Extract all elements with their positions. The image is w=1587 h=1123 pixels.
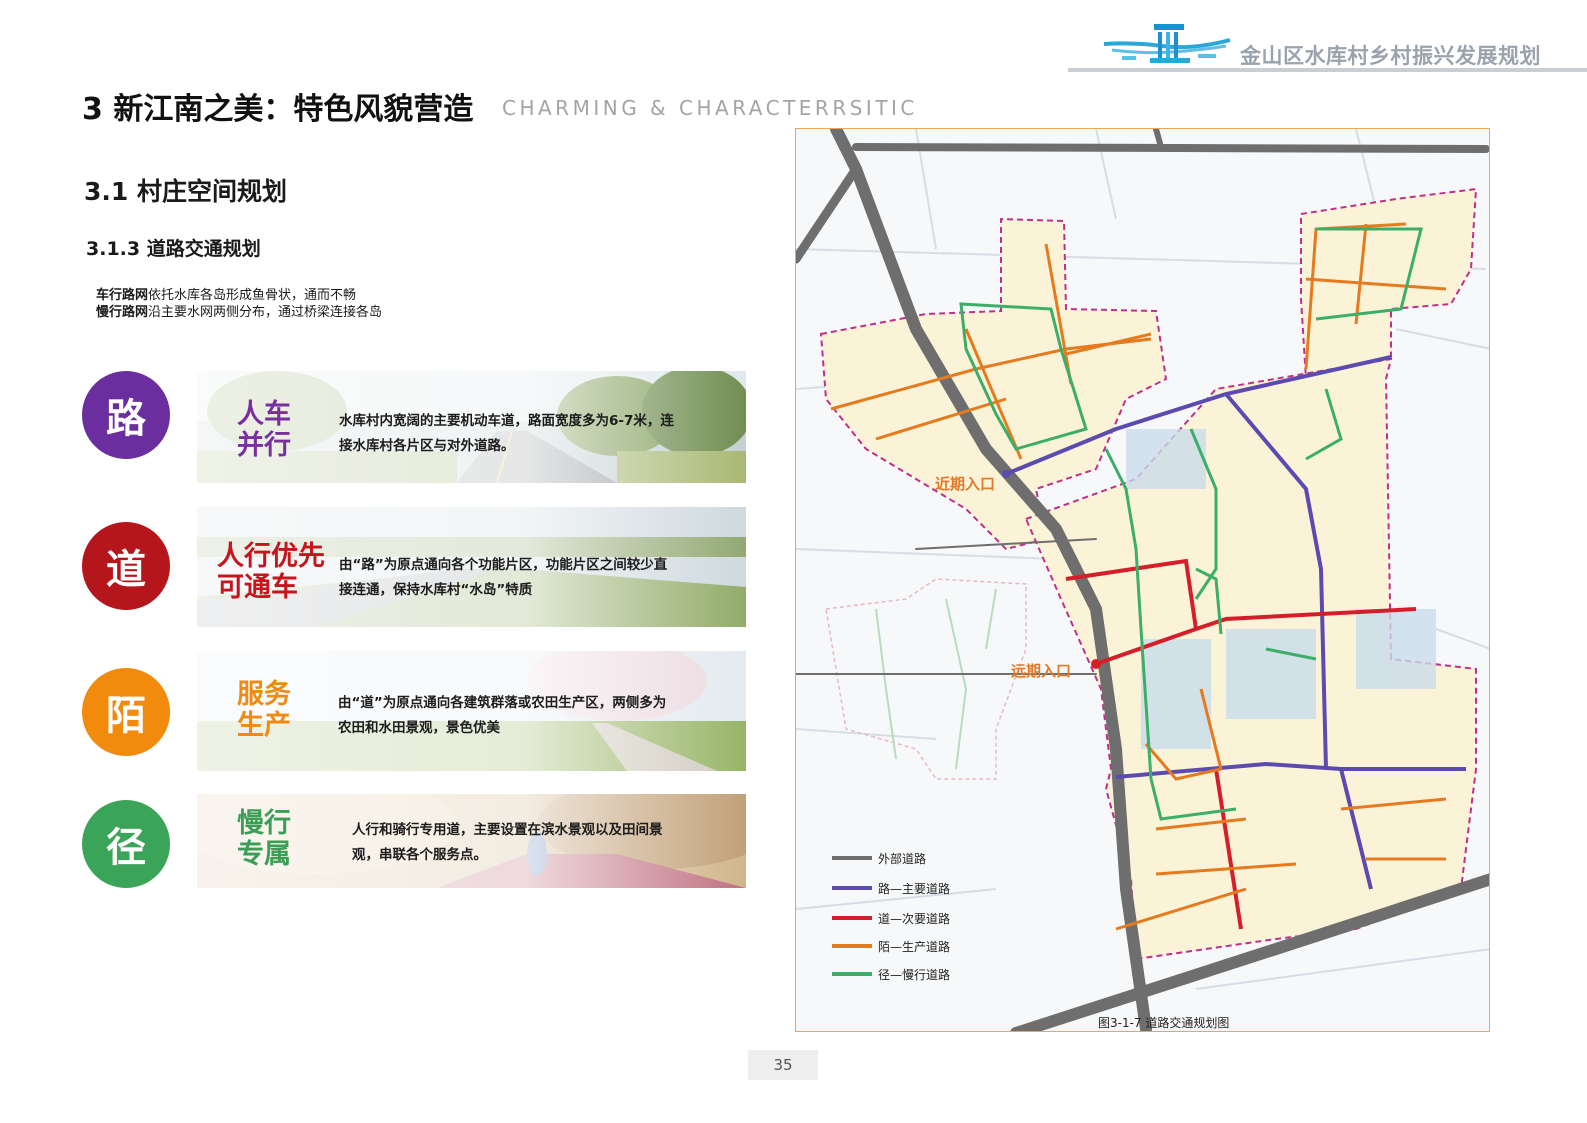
- intro-term: 车行路网: [96, 288, 149, 303]
- legend-item-main: 路—主要道路: [832, 878, 950, 898]
- legend-swatch: [832, 972, 872, 976]
- legend-label: 路—主要道路: [878, 881, 951, 896]
- legend-label: 陌—生产道路: [878, 939, 951, 954]
- logo: [1102, 20, 1232, 68]
- road-description: 水库村内宽阔的主要机动车道，路面宽度多为6-7米，连接水库村各片区与对外道路。: [339, 413, 674, 454]
- path-title: 人行优先 可通车: [217, 541, 325, 603]
- legend-item-secondary: 道—次要道路: [832, 908, 950, 928]
- legend-swatch: [832, 856, 872, 860]
- subsection-title: 3.1.3 道路交通规划: [86, 238, 261, 260]
- trail-description: 人行和骑行专用道，主要设置在滨水景观以及田间景观，串联各个服务点。: [352, 822, 663, 863]
- far-entrance-label: 远期入口: [1011, 662, 1072, 680]
- road-title: 人车 并行: [237, 399, 291, 461]
- section-title: 3.1 村庄空间规划: [84, 177, 287, 206]
- intro-desc: 依托水库各岛形成鱼骨状，通而不畅: [148, 288, 357, 303]
- lane-banner: 服务 生产 由“道”为原点通向各建筑群落或农田生产区，两侧多为农田和水田景观，景…: [197, 651, 746, 771]
- legend-item-external: 外部道路: [832, 848, 926, 868]
- legend-item-production: 陌—生产道路: [832, 936, 950, 956]
- intro-term: 慢行路网: [96, 305, 149, 320]
- legend-label: 径—慢行道路: [878, 967, 951, 982]
- trail-title: 慢行 专属: [237, 808, 291, 870]
- trail-circle: 径: [82, 800, 170, 888]
- path-banner: 人行优先 可通车 由“路”为原点通向各个功能片区，功能片区之间较少直接连通，保持…: [197, 507, 746, 627]
- lane-circle: 陌: [82, 668, 170, 756]
- page-subtitle: CHARMING & CHARACTERRSITIC: [502, 96, 918, 120]
- path-description: 由“路”为原点通向各个功能片区，功能片区之间较少直接连通，保持水库村“水岛”特质: [339, 557, 668, 598]
- road-banner: 人车 并行 水库村内宽阔的主要机动车道，路面宽度多为6-7米，连接水库村各片区与…: [197, 371, 746, 483]
- header-divider: [1068, 68, 1587, 72]
- path-circle: 道: [82, 522, 170, 610]
- page-number: 35: [748, 1050, 818, 1080]
- road-circle: 路: [82, 371, 170, 459]
- page-title: 3 新江南之美：特色风貌营造: [82, 92, 474, 127]
- lane-title: 服务 生产: [237, 679, 291, 741]
- lane-description: 由“道”为原点通向各建筑群落或农田生产区，两侧多为农田和水田景观，景色优美: [338, 695, 667, 736]
- project-title: 金山区水库村乡村振兴发展规划: [1240, 44, 1541, 68]
- map-caption: 图3-1-7 道路交通规划图: [1098, 1016, 1230, 1030]
- legend-item-slow: 径—慢行道路: [832, 964, 950, 984]
- legend-swatch: [832, 916, 872, 920]
- near-entrance-label: 近期入口: [935, 475, 996, 493]
- intro-line: 慢行路网沿主要水网两侧分布，通过桥梁连接各岛: [96, 304, 382, 321]
- trail-banner: 慢行 专属 人行和骑行专用道，主要设置在滨水景观以及田间景观，串联各个服务点。: [197, 794, 746, 888]
- legend-swatch: [832, 944, 872, 948]
- legend-label: 道—次要道路: [878, 911, 951, 926]
- intro-line: 车行路网依托水库各岛形成鱼骨状，通而不畅: [96, 287, 382, 304]
- intro-desc: 沿主要水网两侧分布，通过桥梁连接各岛: [148, 305, 383, 320]
- legend-swatch: [832, 886, 872, 890]
- legend-label: 外部道路: [878, 851, 927, 866]
- intro-text: 车行路网依托水库各岛形成鱼骨状，通而不畅 慢行路网沿主要水网两侧分布，通过桥梁连…: [96, 287, 382, 321]
